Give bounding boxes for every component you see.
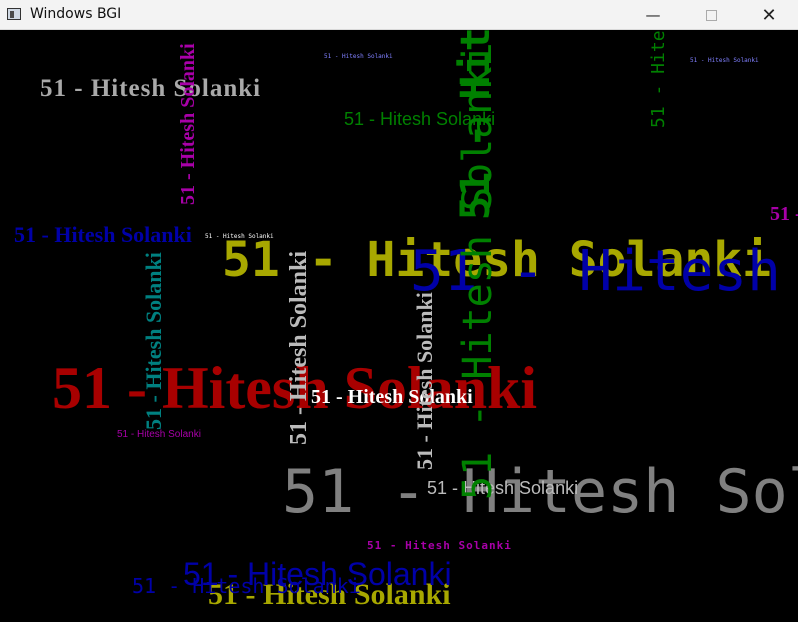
canvas-text-1: 51 - Hitesh Solanki — [40, 75, 262, 102]
canvas-text-17: 51 - Hitesh Solanki — [770, 203, 798, 225]
graphics-canvas: 51 - Hitesh Solanki 51 - Hitesh Solanki … — [0, 30, 798, 622]
minimize-button[interactable]: — — [630, 0, 676, 30]
canvas-text-14: 51 - Hitesh Solanki — [427, 478, 579, 498]
canvas-vtext-4: 51 - Hitesh Solanki — [412, 292, 437, 470]
canvas-vtext-2: 51 - Hitesh Solanki — [177, 43, 199, 205]
canvas-text-8: 51 - Hitesh Solanki — [311, 386, 473, 408]
maximize-button[interactable] — [688, 0, 734, 30]
maximize-icon — [705, 9, 717, 21]
app-icon — [7, 8, 21, 20]
bgi-window: Windows BGI — ✕ 51 - Hitesh Solanki 51 -… — [0, 0, 798, 622]
window-title: Windows BGI — [30, 6, 122, 22]
canvas-text-18: 51 - Hitesh Solanki — [132, 574, 361, 598]
canvas-text-16: 51 - Hitesh Solanki — [690, 57, 759, 64]
close-button[interactable]: ✕ — [746, 0, 792, 30]
canvas-vtext-6: 51 - Hitesh Solanki — [648, 30, 669, 128]
canvas-text-15: 51 - Hitesh Solanki — [324, 53, 393, 60]
canvas-vtext-7: 51 - Hitesh Solanki — [455, 42, 501, 500]
canvas-text-9: 51 - Hitesh Solanki — [117, 429, 201, 440]
canvas-text-10: 51 - Hitesh Solanki — [367, 539, 512, 552]
canvas-text-6: 51 - Hitesh Solanki — [205, 233, 274, 240]
canvas-vtext-3: 51 - Hitesh Solanki — [286, 250, 312, 445]
canvas-text-3: 51 - Hitesh Solanki — [14, 222, 192, 247]
canvas-vtext-1: 51 - Hitesh Solanki — [141, 252, 166, 430]
title-bar[interactable]: Windows BGI — ✕ — [0, 0, 798, 30]
